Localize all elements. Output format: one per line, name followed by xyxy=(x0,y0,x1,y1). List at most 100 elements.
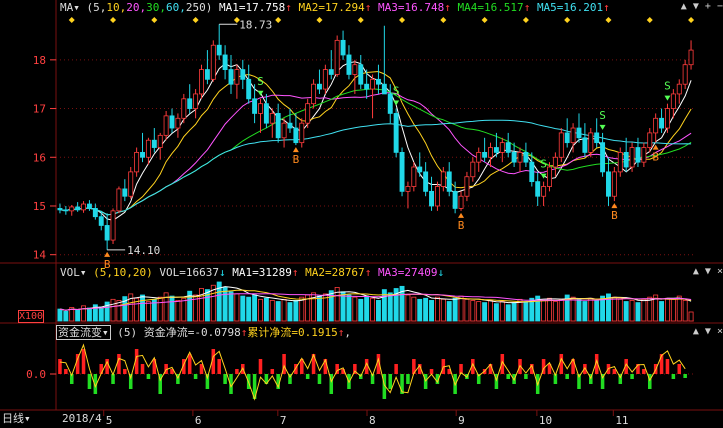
candle-body xyxy=(340,39,346,56)
candle-body xyxy=(240,69,246,80)
candle-body xyxy=(246,78,252,100)
volume-bar xyxy=(405,294,411,322)
flow-scroll-up-icon[interactable]: ▲ xyxy=(693,326,699,337)
volume-bar xyxy=(252,294,258,322)
ma-params: (5,10,20,30,60,250) xyxy=(86,1,213,14)
vol-scroll-down-icon[interactable]: ▼ xyxy=(705,266,711,277)
volume-bar xyxy=(588,297,594,322)
volume-bar xyxy=(688,311,694,322)
flow-bar xyxy=(193,374,198,379)
candle xyxy=(63,205,69,215)
candle xyxy=(116,186,122,214)
month-label: 10 xyxy=(539,414,552,427)
candle xyxy=(287,108,293,133)
candle xyxy=(328,50,334,80)
candle-body xyxy=(193,93,199,109)
candle-body xyxy=(199,69,204,95)
candle xyxy=(688,40,694,70)
flow-indicator-selector[interactable]: 资金流变▾ xyxy=(56,325,111,340)
candle-body xyxy=(488,147,493,158)
flow-scroll-down-icon[interactable]: ▼ xyxy=(705,326,711,337)
event-diamond-icon xyxy=(110,17,117,23)
candle xyxy=(334,35,340,77)
flow-tail: , xyxy=(344,326,351,339)
flow-bar xyxy=(305,374,310,379)
candle xyxy=(228,54,234,94)
candle xyxy=(594,118,600,148)
candle-body xyxy=(688,49,694,66)
flow-close-icon[interactable]: × xyxy=(717,326,723,337)
candle-body xyxy=(594,132,600,144)
stock-chart[interactable]: 141516171818.7314.10BBBBBSSSSS0.05 6 7 8 9 10… xyxy=(0,0,723,428)
candle-body xyxy=(635,147,641,163)
flow-bar xyxy=(235,369,239,374)
candle-body xyxy=(151,139,157,148)
scroll-down-icon[interactable]: ▼ xyxy=(693,1,699,12)
period-selector[interactable]: 日线▾ xyxy=(2,412,31,426)
volume-bar xyxy=(576,298,582,322)
candle xyxy=(216,24,222,60)
candle-body xyxy=(287,122,293,129)
zoom-in-icon[interactable]: + xyxy=(705,1,711,12)
start-date-label: 2018/4 xyxy=(62,412,102,425)
vol-close-icon[interactable]: × xyxy=(717,266,723,277)
volume-bar xyxy=(582,301,588,322)
candle-body xyxy=(63,209,69,212)
candle xyxy=(411,162,417,192)
zoom-out-icon[interactable]: − xyxy=(717,1,723,12)
vol-indicator-selector[interactable]: VOL▾ xyxy=(60,266,87,279)
candle xyxy=(417,152,423,177)
candle xyxy=(523,142,529,168)
indicator-selector[interactable]: MA▾ xyxy=(60,1,80,14)
candle-body xyxy=(617,151,623,173)
candle xyxy=(263,93,269,129)
event-diamond-icon xyxy=(646,17,653,23)
month-label: 9 xyxy=(458,414,465,427)
candle xyxy=(434,181,440,211)
candle-body xyxy=(499,142,505,153)
scroll-up-icon[interactable]: ▲ xyxy=(681,1,687,12)
candle xyxy=(576,113,582,143)
candle xyxy=(240,59,246,90)
volume-bar xyxy=(511,302,517,322)
flow-bar xyxy=(317,374,322,384)
candle-body xyxy=(128,171,134,197)
candle-body xyxy=(175,117,181,129)
candle-body xyxy=(311,83,317,105)
candle-body xyxy=(187,98,193,109)
candle xyxy=(370,74,376,119)
volume-bar xyxy=(641,298,647,322)
candle-body xyxy=(346,54,352,75)
candle-body xyxy=(69,206,75,212)
flow-bar xyxy=(117,354,121,374)
flow-indicator-header: 资金流变▾ (5) 资金净流=-0.0798↑累计净流=0.1915↑, xyxy=(56,325,351,340)
volume-bar xyxy=(464,298,470,322)
candle xyxy=(305,98,311,129)
event-diamond-icon xyxy=(357,17,364,23)
vol-pane-controls: ▲ ▼ × xyxy=(693,266,723,277)
candle-body xyxy=(81,203,87,211)
candle xyxy=(517,147,523,172)
candle-body xyxy=(629,147,635,168)
price-tick-label: 17 xyxy=(33,103,46,116)
volume-bar xyxy=(676,295,682,322)
vol-scroll-up-icon[interactable]: ▲ xyxy=(693,266,699,277)
ma1-value: MA1=17.758 xyxy=(219,1,286,14)
candle xyxy=(440,167,446,192)
volume-bar xyxy=(240,295,246,322)
candle-body xyxy=(275,113,281,139)
candle-body xyxy=(482,151,488,158)
flow-net-value: 资金净流=-0.0798 xyxy=(143,326,241,339)
buy-arrow-icon xyxy=(458,212,465,218)
volume-bar xyxy=(617,298,623,322)
candle xyxy=(210,40,216,82)
candle xyxy=(535,171,541,206)
volume-bar xyxy=(446,301,452,322)
volume-indicator-header: VOL▾ (5,10,20) VOL=16637↓ MA1=31289↑ MA2… xyxy=(60,266,444,280)
price-indicator-header: MA▾ (5,10,20,30,60,250) MA1=17.758↑ MA2=… xyxy=(60,1,610,15)
volume-bar xyxy=(181,297,187,322)
candle-body xyxy=(558,132,564,158)
candle-body xyxy=(328,69,334,75)
candle xyxy=(588,128,594,158)
candle-body xyxy=(452,190,458,209)
